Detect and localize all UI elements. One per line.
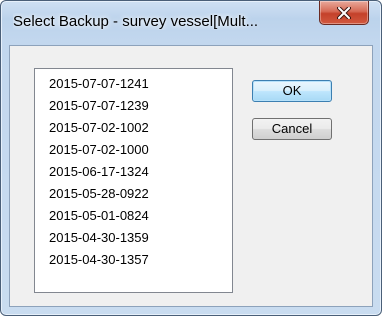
- list-item[interactable]: 2015-07-02-1000: [49, 141, 149, 159]
- list-item[interactable]: 2015-07-07-1239: [49, 97, 149, 115]
- backup-listbox[interactable]: 2015-07-07-1241 2015-07-07-1239 2015-07-…: [34, 68, 233, 293]
- list-item[interactable]: 2015-07-07-1241: [49, 75, 149, 93]
- window-title: Select Backup - survey vessel[Mult...: [13, 13, 259, 30]
- list-item[interactable]: 2015-04-30-1359: [49, 229, 149, 247]
- close-icon: [337, 6, 351, 19]
- ok-button[interactable]: OK: [252, 80, 332, 102]
- cancel-button[interactable]: Cancel: [252, 118, 332, 140]
- list-item[interactable]: 2015-06-17-1324: [49, 163, 149, 181]
- title-bar[interactable]: Select Backup - survey vessel[Mult...: [1, 1, 381, 45]
- list-item[interactable]: 2015-05-01-0824: [49, 207, 149, 225]
- dialog-content: 2015-07-07-1241 2015-07-07-1239 2015-07-…: [9, 45, 373, 307]
- list-item[interactable]: 2015-05-28-0922: [49, 185, 149, 203]
- close-button[interactable]: [319, 1, 369, 25]
- select-backup-dialog: Select Backup - survey vessel[Mult... 20…: [0, 0, 382, 316]
- list-item[interactable]: 2015-04-30-1357: [49, 251, 149, 269]
- list-item[interactable]: 2015-07-02-1002: [49, 119, 149, 137]
